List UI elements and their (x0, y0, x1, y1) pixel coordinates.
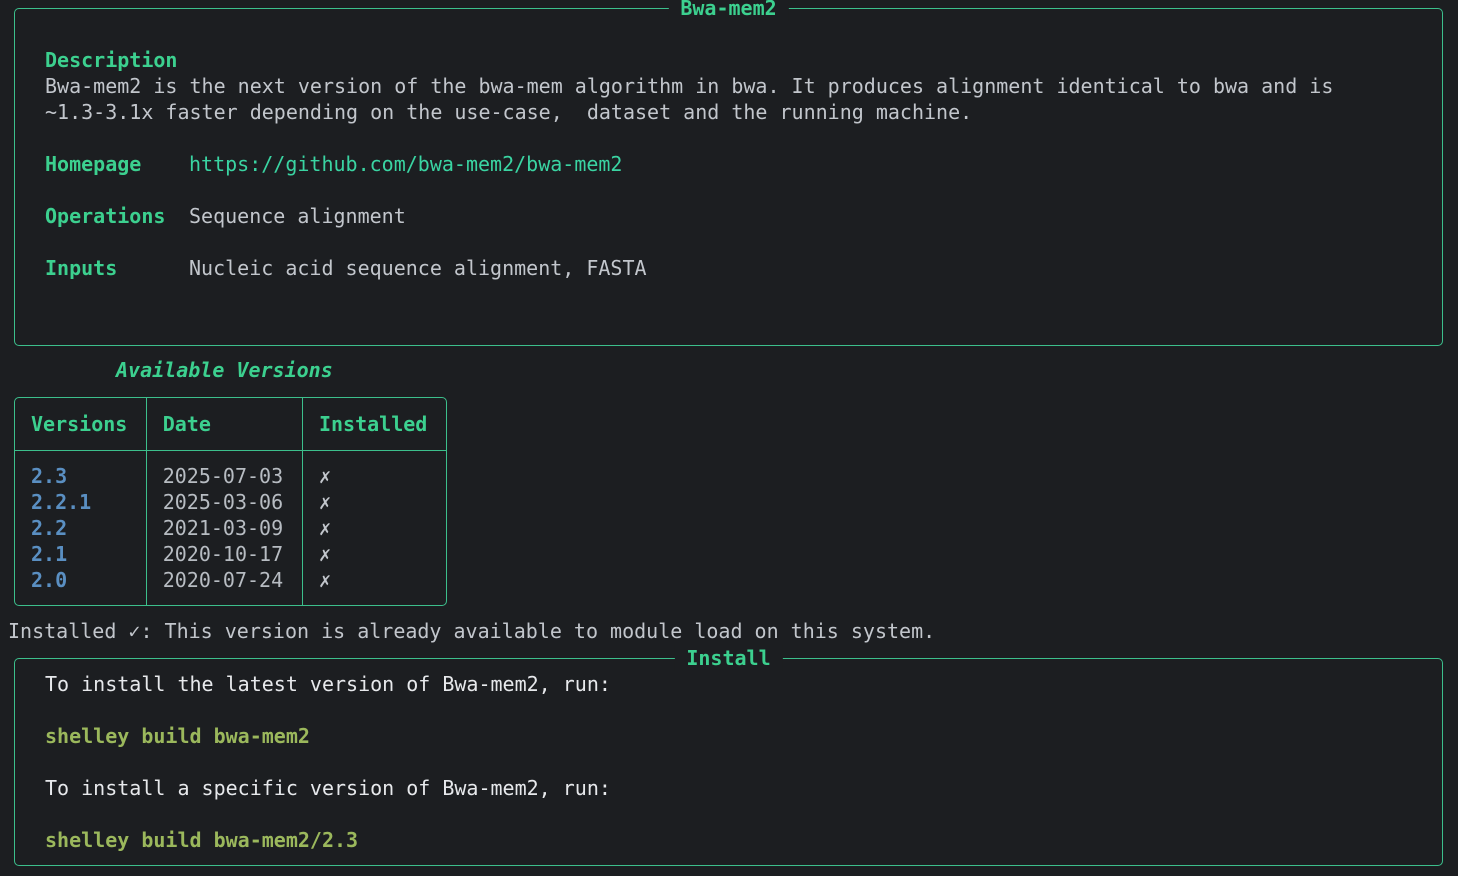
column-header-date: Date (145, 398, 302, 451)
install-specific-command[interactable]: shelley build bwa-mem2/2.3 (45, 827, 358, 853)
inputs-value: Nucleic acid sequence alignment, FASTA (189, 256, 647, 280)
version-cell: 2.3 (31, 464, 68, 488)
info-panel-title: Bwa-mem2 (668, 0, 789, 21)
version-cell: 2.2 (31, 516, 68, 540)
date-cell: 2025-07-03 (162, 464, 284, 488)
install-panel-title: Install (674, 645, 783, 671)
inputs-label: Inputs (45, 256, 118, 280)
description-line-1: Bwa-mem2 is the next version of the bwa-… (45, 74, 1334, 98)
version-cell: 2.0 (31, 568, 68, 592)
installed-cell-list: ✗ ✗ ✗ ✗ ✗ (301, 451, 446, 605)
install-latest-command[interactable]: shelley build bwa-mem2 (45, 723, 310, 749)
description-line-2: ~1.3-3.1x faster depending on the use-ca… (45, 100, 973, 124)
version-cell-list: 2.3 2.2.1 2.2 2.1 2.0 (15, 451, 146, 605)
version-cell: 2.2.1 (31, 490, 92, 514)
description-label: Description (45, 48, 178, 72)
installed-legend-note: Installed ✓: This version is already ava… (8, 619, 936, 643)
not-installed-icon: ✗ (318, 464, 332, 488)
not-installed-icon: ✗ (318, 490, 332, 514)
install-panel: Install To install the latest version of… (14, 645, 1443, 866)
info-panel: Bwa-mem2 Description Bwa-mem2 is the nex… (14, 0, 1443, 346)
versions-table-caption: Available Versions (116, 358, 333, 382)
homepage-link[interactable]: https://github.com/bwa-mem2/bwa-mem2 (189, 151, 622, 177)
not-installed-icon: ✗ (318, 568, 332, 592)
column-header-versions: Versions (15, 398, 146, 451)
date-cell: 2020-10-17 (162, 542, 284, 566)
column-header-installed: Installed (301, 398, 446, 451)
homepage-label: Homepage (45, 152, 142, 176)
operations-label: Operations (45, 204, 166, 228)
date-cell-list: 2025-07-03 2025-03-06 2021-03-09 2020-10-17… (145, 451, 302, 605)
operations-value: Sequence alignment (189, 204, 406, 228)
install-specific-text: To install a specific version of Bwa-mem… (45, 776, 611, 800)
date-cell: 2020-07-24 (162, 568, 284, 592)
versions-table: Versions Date Installed 2.3 2.2.1 2.2 2.1 2.… (14, 397, 447, 606)
date-cell: 2025-03-06 (162, 490, 284, 514)
version-cell: 2.1 (31, 542, 68, 566)
install-latest-text: To install the latest version of Bwa-mem… (45, 672, 611, 696)
date-cell: 2021-03-09 (162, 516, 284, 540)
not-installed-icon: ✗ (318, 542, 332, 566)
table-row: 2.3 2.2.1 2.2 2.1 2.0 2025-07-03 2025-03-06 20… (15, 451, 446, 605)
not-installed-icon: ✗ (318, 516, 332, 540)
